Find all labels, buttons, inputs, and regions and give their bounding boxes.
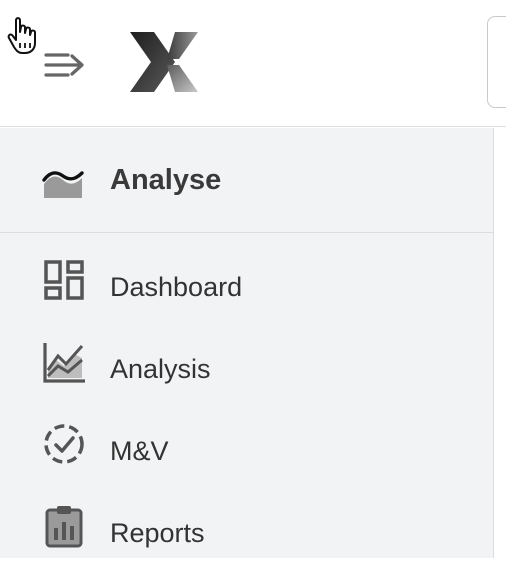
sidebar-item-label: Analysis: [110, 354, 211, 384]
sidebar-section-label: Analyse: [110, 164, 222, 196]
dashboard-icon: [44, 260, 84, 300]
sidebar-item-reports[interactable]: Reports: [0, 484, 494, 564]
menu-expand-icon[interactable]: [44, 50, 88, 80]
area-chart-icon: [42, 171, 84, 198]
brand-logo-icon[interactable]: [128, 30, 200, 94]
sidebar-item-label: Reports: [110, 518, 205, 548]
sidebar-section-analyse[interactable]: Analyse: [0, 128, 494, 233]
line-chart-icon: [43, 343, 85, 383]
hand-cursor-icon: [7, 17, 36, 54]
sidebar-item-label: Dashboard: [110, 272, 243, 302]
sidebar-item-mv[interactable]: M&V: [0, 402, 494, 482]
header-panel-edge[interactable]: [487, 16, 506, 108]
sidebar-item-label: M&V: [110, 436, 169, 466]
dashed-check-circle-icon: [44, 424, 84, 464]
sidebar-item-analysis[interactable]: Analysis: [0, 320, 494, 400]
top-header: [0, 0, 506, 127]
sidebar-item-dashboard[interactable]: Dashboard: [0, 238, 494, 318]
sidebar: Analyse Dashboard Analysis M&V Reports: [0, 128, 494, 558]
clipboard-chart-icon: [45, 506, 83, 548]
